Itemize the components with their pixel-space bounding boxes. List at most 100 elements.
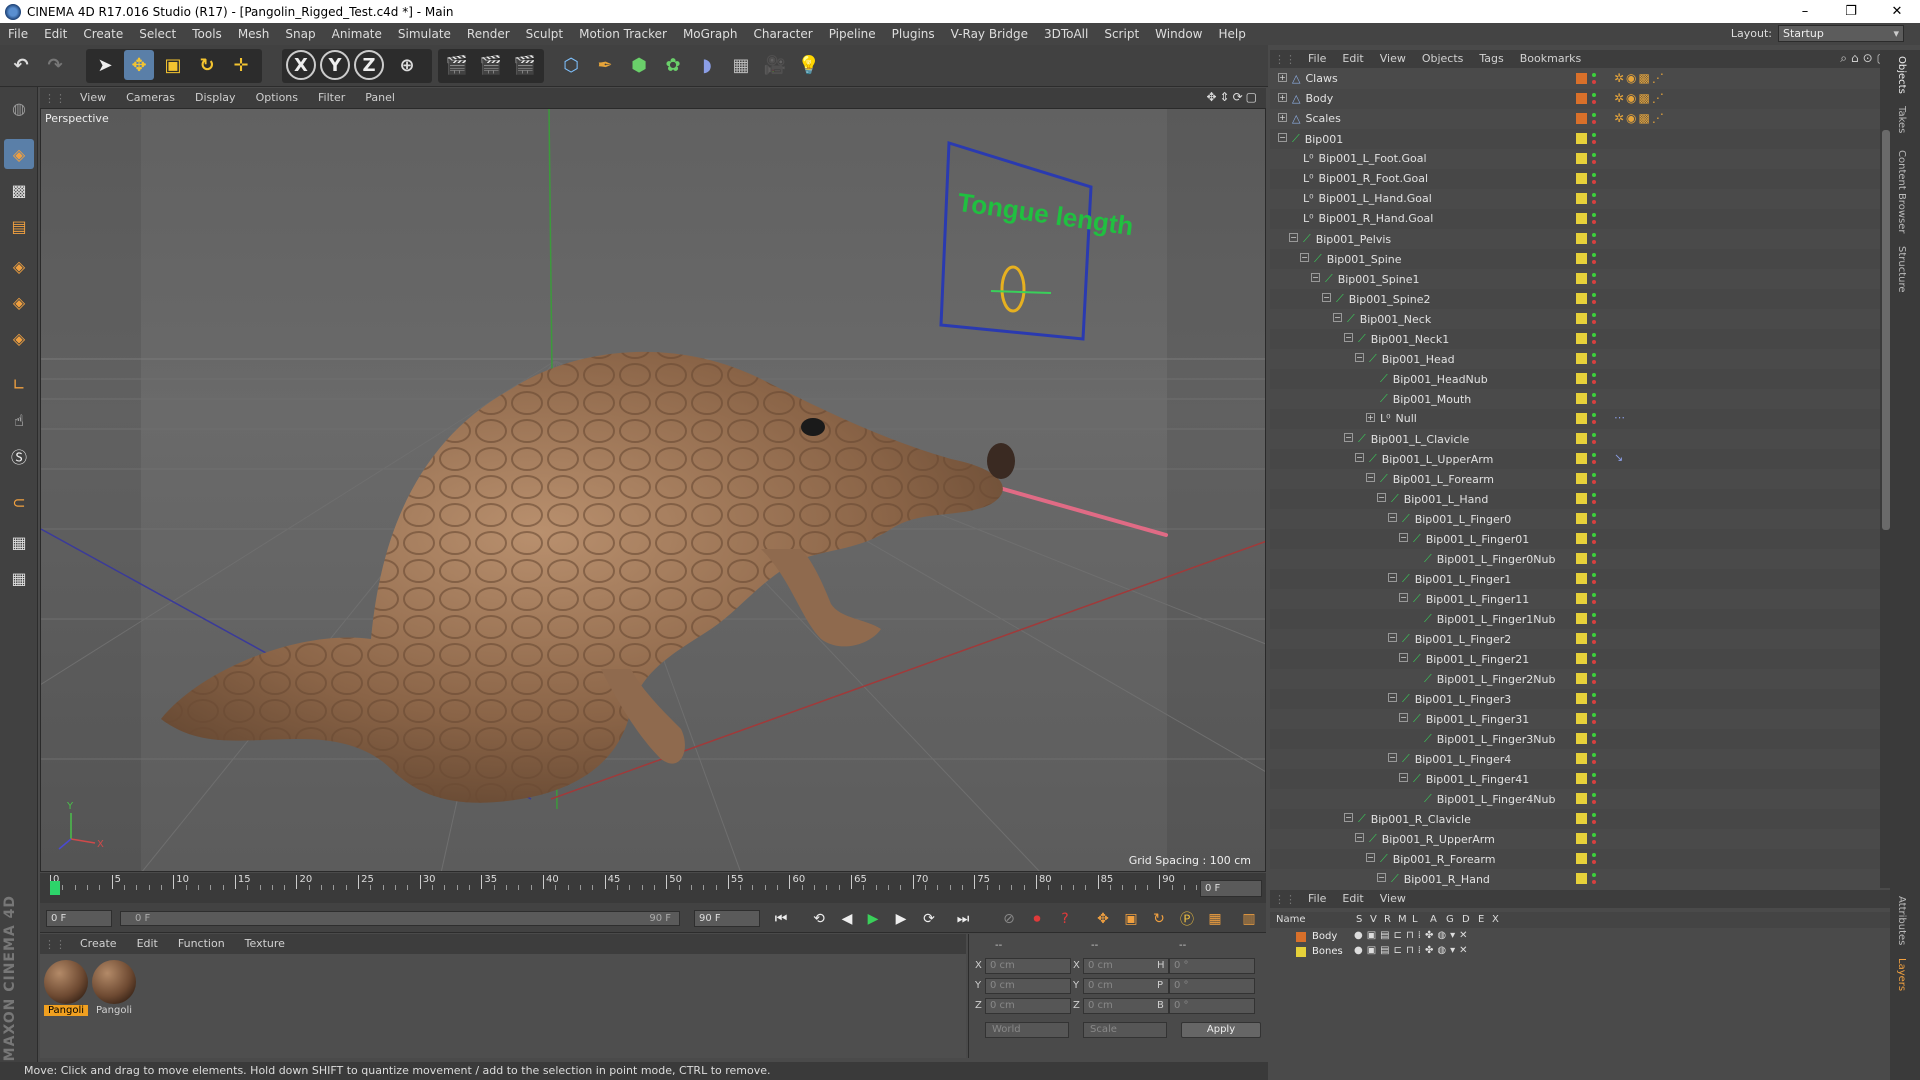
points-mode-icon[interactable]: ◈	[4, 251, 34, 281]
object-row[interactable]: + △ Scales ✲◉▩⋰	[1270, 109, 1890, 129]
layer-color-swatch[interactable]	[1576, 73, 1587, 84]
material-swatch[interactable]: Pangoli	[92, 960, 136, 1018]
viewport-menu-display[interactable]: Display	[185, 88, 246, 108]
object-menu-view[interactable]: View	[1372, 50, 1414, 68]
layer-color-swatch[interactable]	[1576, 333, 1587, 344]
visibility-dots[interactable]	[1592, 752, 1596, 766]
viewport-menu-view[interactable]: View	[70, 88, 116, 108]
play-forward-icon[interactable]: ▶	[862, 908, 884, 930]
layer-color-swatch[interactable]	[1576, 793, 1587, 804]
menu-v-ray-bridge[interactable]: V-Ray Bridge	[943, 23, 1036, 45]
layer-column-s[interactable]: S	[1356, 914, 1362, 925]
layer-toggle-icons[interactable]: ●▣▤⊏⊓⁞✤◍▾✕	[1354, 930, 1472, 941]
layer-color-swatch[interactable]	[1576, 513, 1587, 524]
visibility-dots[interactable]	[1592, 272, 1596, 286]
go-to-start-icon[interactable]: ⏮	[770, 908, 792, 930]
layer-color-swatch[interactable]	[1576, 173, 1587, 184]
timeline-window-icon[interactable]: ▥	[1238, 908, 1260, 930]
layer-color-swatch[interactable]	[1576, 853, 1587, 864]
object-row[interactable]: ⟋ Bip001_L_Finger1Nub	[1270, 609, 1890, 629]
object-row[interactable]: − ⟋ Bip001_Head	[1270, 349, 1890, 369]
tree-expand-toggle[interactable]: −	[1344, 433, 1353, 442]
layer-column-r[interactable]: R	[1384, 914, 1391, 925]
perspective-viewport[interactable]: Perspective Tongue length Y X Grid Spaci…	[40, 108, 1266, 872]
object-manager-scrollbar-thumb[interactable]	[1882, 130, 1890, 530]
material-menu-create[interactable]: Create	[70, 934, 127, 954]
y-axis-lock-icon[interactable]: Y	[320, 50, 350, 80]
layer-color-swatch[interactable]	[1576, 493, 1587, 504]
menu-mograph[interactable]: MoGraph	[675, 23, 746, 45]
render-view-icon[interactable]: 🎬	[442, 50, 472, 80]
visibility-dots[interactable]	[1592, 252, 1596, 266]
object-row[interactable]: − ⟋ Bip001_Neck1	[1270, 329, 1890, 349]
tree-expand-toggle[interactable]: −	[1344, 333, 1353, 342]
object-row[interactable]: − ⟋ Bip001_R_Forearm	[1270, 849, 1890, 869]
tree-expand-toggle[interactable]: −	[1399, 533, 1408, 542]
layer-column-name[interactable]: Name	[1276, 914, 1306, 925]
visibility-dots[interactable]	[1592, 472, 1596, 486]
object-menu-file[interactable]: File	[1300, 50, 1334, 68]
coord-value-field[interactable]: 0 cm	[985, 998, 1071, 1014]
layer-column-g[interactable]: G	[1446, 914, 1454, 925]
object-row[interactable]: − ⟋ Bip001_L_Finger31	[1270, 709, 1890, 729]
menu-sculpt[interactable]: Sculpt	[518, 23, 571, 45]
tweak-mode-icon[interactable]: ☝	[4, 405, 34, 435]
layer-color-swatch[interactable]	[1576, 113, 1587, 124]
object-row[interactable]: ⟋ Bip001_L_Finger0Nub	[1270, 549, 1890, 569]
visibility-dots[interactable]	[1592, 92, 1596, 106]
material-swatch[interactable]: Pangoli	[44, 960, 88, 1018]
coord-scale-select[interactable]: Scale	[1083, 1022, 1167, 1038]
object-menu-tags[interactable]: Tags	[1471, 50, 1511, 68]
floor-scene-icon[interactable]: ▦	[726, 50, 756, 80]
tab-layers[interactable]: Layers	[1896, 958, 1907, 991]
visibility-dots[interactable]	[1592, 152, 1596, 166]
layer-color-swatch[interactable]	[1296, 947, 1306, 957]
layer-color-swatch[interactable]	[1576, 473, 1587, 484]
material-menu-texture[interactable]: Texture	[235, 934, 295, 954]
snapping-magnet-icon[interactable]: ⊂	[4, 487, 34, 517]
playhead[interactable]	[50, 881, 60, 895]
object-row[interactable]: − ⟋ Bip001_L_Finger0	[1270, 509, 1890, 529]
visibility-dots[interactable]	[1592, 352, 1596, 366]
polygons-mode-icon[interactable]: ◈	[4, 323, 34, 353]
menu-window[interactable]: Window	[1147, 23, 1210, 45]
tree-expand-toggle[interactable]: −	[1355, 353, 1364, 362]
z-axis-lock-icon[interactable]: Z	[354, 50, 384, 80]
object-row[interactable]: L⁰ Bip001_R_Foot.Goal	[1270, 169, 1890, 189]
visibility-dots[interactable]	[1592, 192, 1596, 206]
planar-workplane-icon[interactable]: ▦	[4, 563, 34, 593]
tree-expand-toggle[interactable]: +	[1278, 73, 1287, 82]
tree-expand-toggle[interactable]: +	[1278, 93, 1287, 102]
layer-column-m[interactable]: M	[1398, 914, 1407, 925]
model-mode-icon[interactable]: ◈	[4, 139, 34, 169]
object-row[interactable]: L⁰ Bip001_R_Hand.Goal	[1270, 209, 1890, 229]
tree-expand-toggle[interactable]: +	[1366, 413, 1375, 422]
visibility-dots[interactable]	[1592, 632, 1596, 646]
visibility-dots[interactable]	[1592, 112, 1596, 126]
solo-mode-icon[interactable]: Ⓢ	[4, 441, 34, 471]
record-active-icon[interactable]: ⏺	[1026, 908, 1048, 930]
layer-color-swatch[interactable]	[1576, 813, 1587, 824]
previous-key-icon[interactable]: ⟲	[808, 908, 830, 930]
object-row[interactable]: − ⟋ Bip001_L_Hand	[1270, 489, 1890, 509]
key-scale-icon[interactable]: ▣	[1120, 908, 1142, 930]
tree-expand-toggle[interactable]: −	[1388, 633, 1397, 642]
spline-pen-icon[interactable]: ✒	[590, 50, 620, 80]
layer-color-swatch[interactable]	[1576, 533, 1587, 544]
menu-create[interactable]: Create	[75, 23, 131, 45]
object-row[interactable]: − ⟋ Bip001_L_Finger2	[1270, 629, 1890, 649]
tree-expand-toggle[interactable]: −	[1333, 313, 1342, 322]
viewport-nav-icons[interactable]: ✥⇕⟳▢	[1206, 90, 1260, 104]
menu-snap[interactable]: Snap	[277, 23, 323, 45]
tab-attributes[interactable]: Attributes	[1896, 896, 1907, 945]
visibility-dots[interactable]	[1592, 412, 1596, 426]
deformer-bend-icon[interactable]: ◗	[692, 50, 722, 80]
layer-color-swatch[interactable]	[1576, 773, 1587, 784]
tree-expand-toggle[interactable]: −	[1322, 293, 1331, 302]
layer-color-swatch[interactable]	[1576, 373, 1587, 384]
x-axis-lock-icon[interactable]: X	[286, 50, 316, 80]
tree-expand-toggle[interactable]: −	[1278, 133, 1287, 142]
menu-edit[interactable]: Edit	[36, 23, 75, 45]
object-row[interactable]: − ⟋ Bip001_Neck	[1270, 309, 1890, 329]
tree-expand-toggle[interactable]: −	[1388, 513, 1397, 522]
